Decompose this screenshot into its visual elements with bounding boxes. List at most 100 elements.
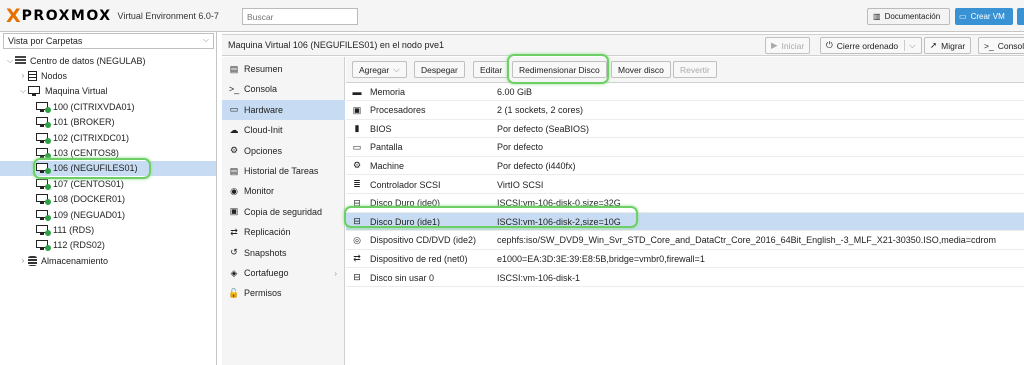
chevron-down-icon: ⌵	[393, 64, 400, 74]
nav-item-label: Historial de Tareas	[244, 166, 319, 176]
hardware-row[interactable]: ⚙ Machine Por defecto (i440fx)	[346, 157, 1024, 176]
chevron-right-icon[interactable]: ›	[18, 256, 28, 265]
revert-button[interactable]: Revertir	[673, 61, 717, 78]
nav-item-label: Snapshots	[244, 247, 287, 258]
vm-running-icon	[36, 240, 51, 252]
console-button[interactable]: >_ Consol	[978, 37, 1024, 54]
nav-item-label: Hardware	[244, 104, 284, 115]
page-title: Maquina Virtual 106 (NEGUFILES01) en el …	[228, 40, 444, 50]
nav-glyph-icon: ⚙	[229, 145, 239, 156]
move-disk-button[interactable]: Mover disco	[611, 61, 671, 78]
resize-disk-button[interactable]: Redimensionar Disco	[512, 61, 607, 78]
edit-label: Editar	[480, 64, 503, 75]
create-vm-label: Crear VM	[970, 12, 1005, 21]
nav-item[interactable]: ◉ Monitor	[222, 181, 345, 201]
nav-item[interactable]: ⚙ Opciones	[222, 141, 345, 161]
tree-item-label: Centro de datos (NEGULAB)	[30, 55, 146, 66]
tree-item-label: 106 (NEGUFILES01)	[53, 163, 138, 174]
nav-item[interactable]: ◈ Cortafuego ›	[222, 263, 345, 283]
nav-item-label: Monitor	[244, 186, 275, 197]
tree-item[interactable]: 111 (RDS)	[0, 222, 216, 237]
tree-item[interactable]: 107 (CENTOS01)	[0, 176, 216, 191]
hardware-row[interactable]: ⇄ Dispositivo de red (net0) e1000=EA:3D:3E…	[346, 250, 1024, 269]
edit-button[interactable]: Editar	[473, 61, 510, 78]
nav-item[interactable]: ↺ Snapshots	[222, 243, 345, 263]
start-button[interactable]: ▶ Iniciar	[765, 37, 811, 54]
tree-item[interactable]: ⌵ Centro de datos (NEGULAB)	[0, 53, 216, 68]
chevron-right-icon[interactable]: ›	[18, 71, 28, 80]
hardware-row[interactable]: ▬ Memoria 6.00 GiB	[346, 83, 1024, 101]
monitor-icon: ▭	[959, 12, 967, 21]
hardware-value: 2 (1 sockets, 2 cores)	[497, 105, 584, 116]
vm-sub-navigation: ▤ Resumen >_ Consola ▭ Hardware ☁ Cloud-Init ⚙ Op…	[222, 57, 345, 365]
tree-item[interactable]: 103 (CENTOS8)	[0, 145, 216, 160]
add-button[interactable]: Agregar ⌵	[352, 61, 407, 78]
hardware-row[interactable]: ▣ Procesadores 2 (1 sockets, 2 cores)	[346, 102, 1024, 120]
add-label: Agregar	[359, 64, 390, 75]
hardware-type-icon: ▣	[352, 104, 362, 115]
nav-glyph-icon: ☁	[229, 124, 239, 135]
hardware-name: Machine	[370, 160, 405, 171]
tree-item[interactable]: 108 (DOCKER01)	[0, 192, 216, 207]
content-header: Maquina Virtual 106 (NEGUFILES01) en el …	[222, 34, 1024, 56]
move-disk-label: Mover disco	[618, 64, 664, 75]
tree-item[interactable]: 100 (CITRIXVDA01)	[0, 99, 216, 114]
book-icon: ▥	[873, 12, 881, 21]
migrate-label: Migrar	[941, 40, 966, 51]
hardware-type-icon: ⊟	[353, 272, 361, 282]
send-icon: ➚	[930, 40, 938, 50]
nav-glyph-icon: ▭	[229, 104, 239, 115]
view-selector[interactable]: Vista por Carpetas ⌵	[3, 33, 214, 49]
create-ct-button[interactable]	[1017, 8, 1024, 25]
start-label: Iniciar	[781, 40, 805, 51]
hardware-row[interactable]: ▭ Pantalla Por defecto	[346, 139, 1024, 157]
chevron-down-icon[interactable]: ⌵	[5, 56, 15, 66]
hardware-type-icon: ▬	[352, 86, 362, 97]
tree-item-label: 102 (CITRIXDC01)	[53, 132, 130, 143]
nav-glyph-icon: ▣	[229, 206, 239, 217]
monitor-icon	[28, 86, 41, 97]
shutdown-button[interactable]: ⏻ Cierre ordenado ⌵	[820, 37, 922, 54]
revert-label: Revertir	[680, 64, 710, 75]
nav-item[interactable]: 🔓 Permisos	[222, 283, 345, 303]
nav-item[interactable]: ▤ Resumen	[222, 59, 345, 79]
tree-item[interactable]: 102 (CITRIXDC01)	[0, 130, 216, 145]
chevron-down-icon[interactable]: ⌵	[904, 40, 916, 51]
hardware-value: ISCSI:vm-106-disk-2,size=10G	[497, 216, 621, 227]
tree-item[interactable]: › Nodos	[0, 68, 216, 83]
chevron-down-icon[interactable]: ⌵	[18, 86, 28, 96]
hardware-type-icon: ⊟	[353, 197, 361, 208]
tree-item[interactable]: 112 (RDS02)	[0, 238, 216, 253]
hardware-row[interactable]: ▮ BIOS Por defecto (SeaBIOS)	[346, 120, 1024, 139]
documentation-button[interactable]: ▥ Documentación	[867, 8, 950, 25]
tree-item[interactable]: 101 (BROKER)	[0, 115, 216, 130]
tree-item[interactable]: › Almacenamiento	[0, 253, 216, 268]
nav-item[interactable]: ▭ Hardware	[222, 99, 345, 120]
hardware-name: Disco Duro (ide0)	[370, 198, 441, 209]
hardware-row[interactable]: ≣ Controlador SCSI VirtIO SCSI	[346, 176, 1024, 194]
hardware-row[interactable]: ◎ Dispositivo CD/DVD (ide2) cephfs:iso/SW_…	[346, 232, 1024, 250]
nav-glyph-icon: 🔓	[228, 287, 240, 298]
hardware-name: Procesadores	[370, 105, 426, 116]
create-vm-button[interactable]: ▭ Crear VM	[955, 8, 1013, 25]
detach-button[interactable]: Despegar	[414, 61, 465, 78]
hardware-row[interactable]: ⊟ Disco sin usar 0 ISCSI:vm-106-disk-1	[346, 269, 1024, 287]
version-label: Virtual Environment 6.0-7	[117, 11, 219, 21]
nav-glyph-icon: ⇄	[230, 226, 238, 237]
vm-running-icon	[36, 209, 51, 221]
migrate-button[interactable]: ➚ Migrar	[924, 37, 972, 54]
tree-item[interactable]: 109 (NEGUAD01)	[0, 207, 216, 222]
nav-item[interactable]: ▤ Historial de Tareas	[222, 161, 345, 181]
nav-item[interactable]: >_ Consola	[222, 79, 345, 99]
nav-item[interactable]: ☁ Cloud-Init	[222, 120, 345, 140]
search-input[interactable]	[242, 8, 358, 25]
hardware-row[interactable]: ⊟ Disco Duro (ide1) ISCSI:vm-106-disk-2,si…	[346, 213, 1024, 232]
tree-item[interactable]: 106 (NEGUFILES01)	[0, 160, 216, 176]
datacenter-icon	[15, 56, 26, 65]
hardware-value: 6.00 GiB	[497, 86, 533, 97]
nav-item[interactable]: ⇄ Replicación	[222, 222, 345, 242]
tree-item-label: Maquina Virtual	[45, 86, 108, 97]
tree-item[interactable]: ⌵ Maquina Virtual	[0, 84, 216, 99]
nav-item[interactable]: ▣ Copia de seguridad	[222, 202, 345, 222]
hardware-row[interactable]: ⊟ Disco Duro (ide0) ISCSI:vm-106-disk-0,si…	[346, 195, 1024, 213]
